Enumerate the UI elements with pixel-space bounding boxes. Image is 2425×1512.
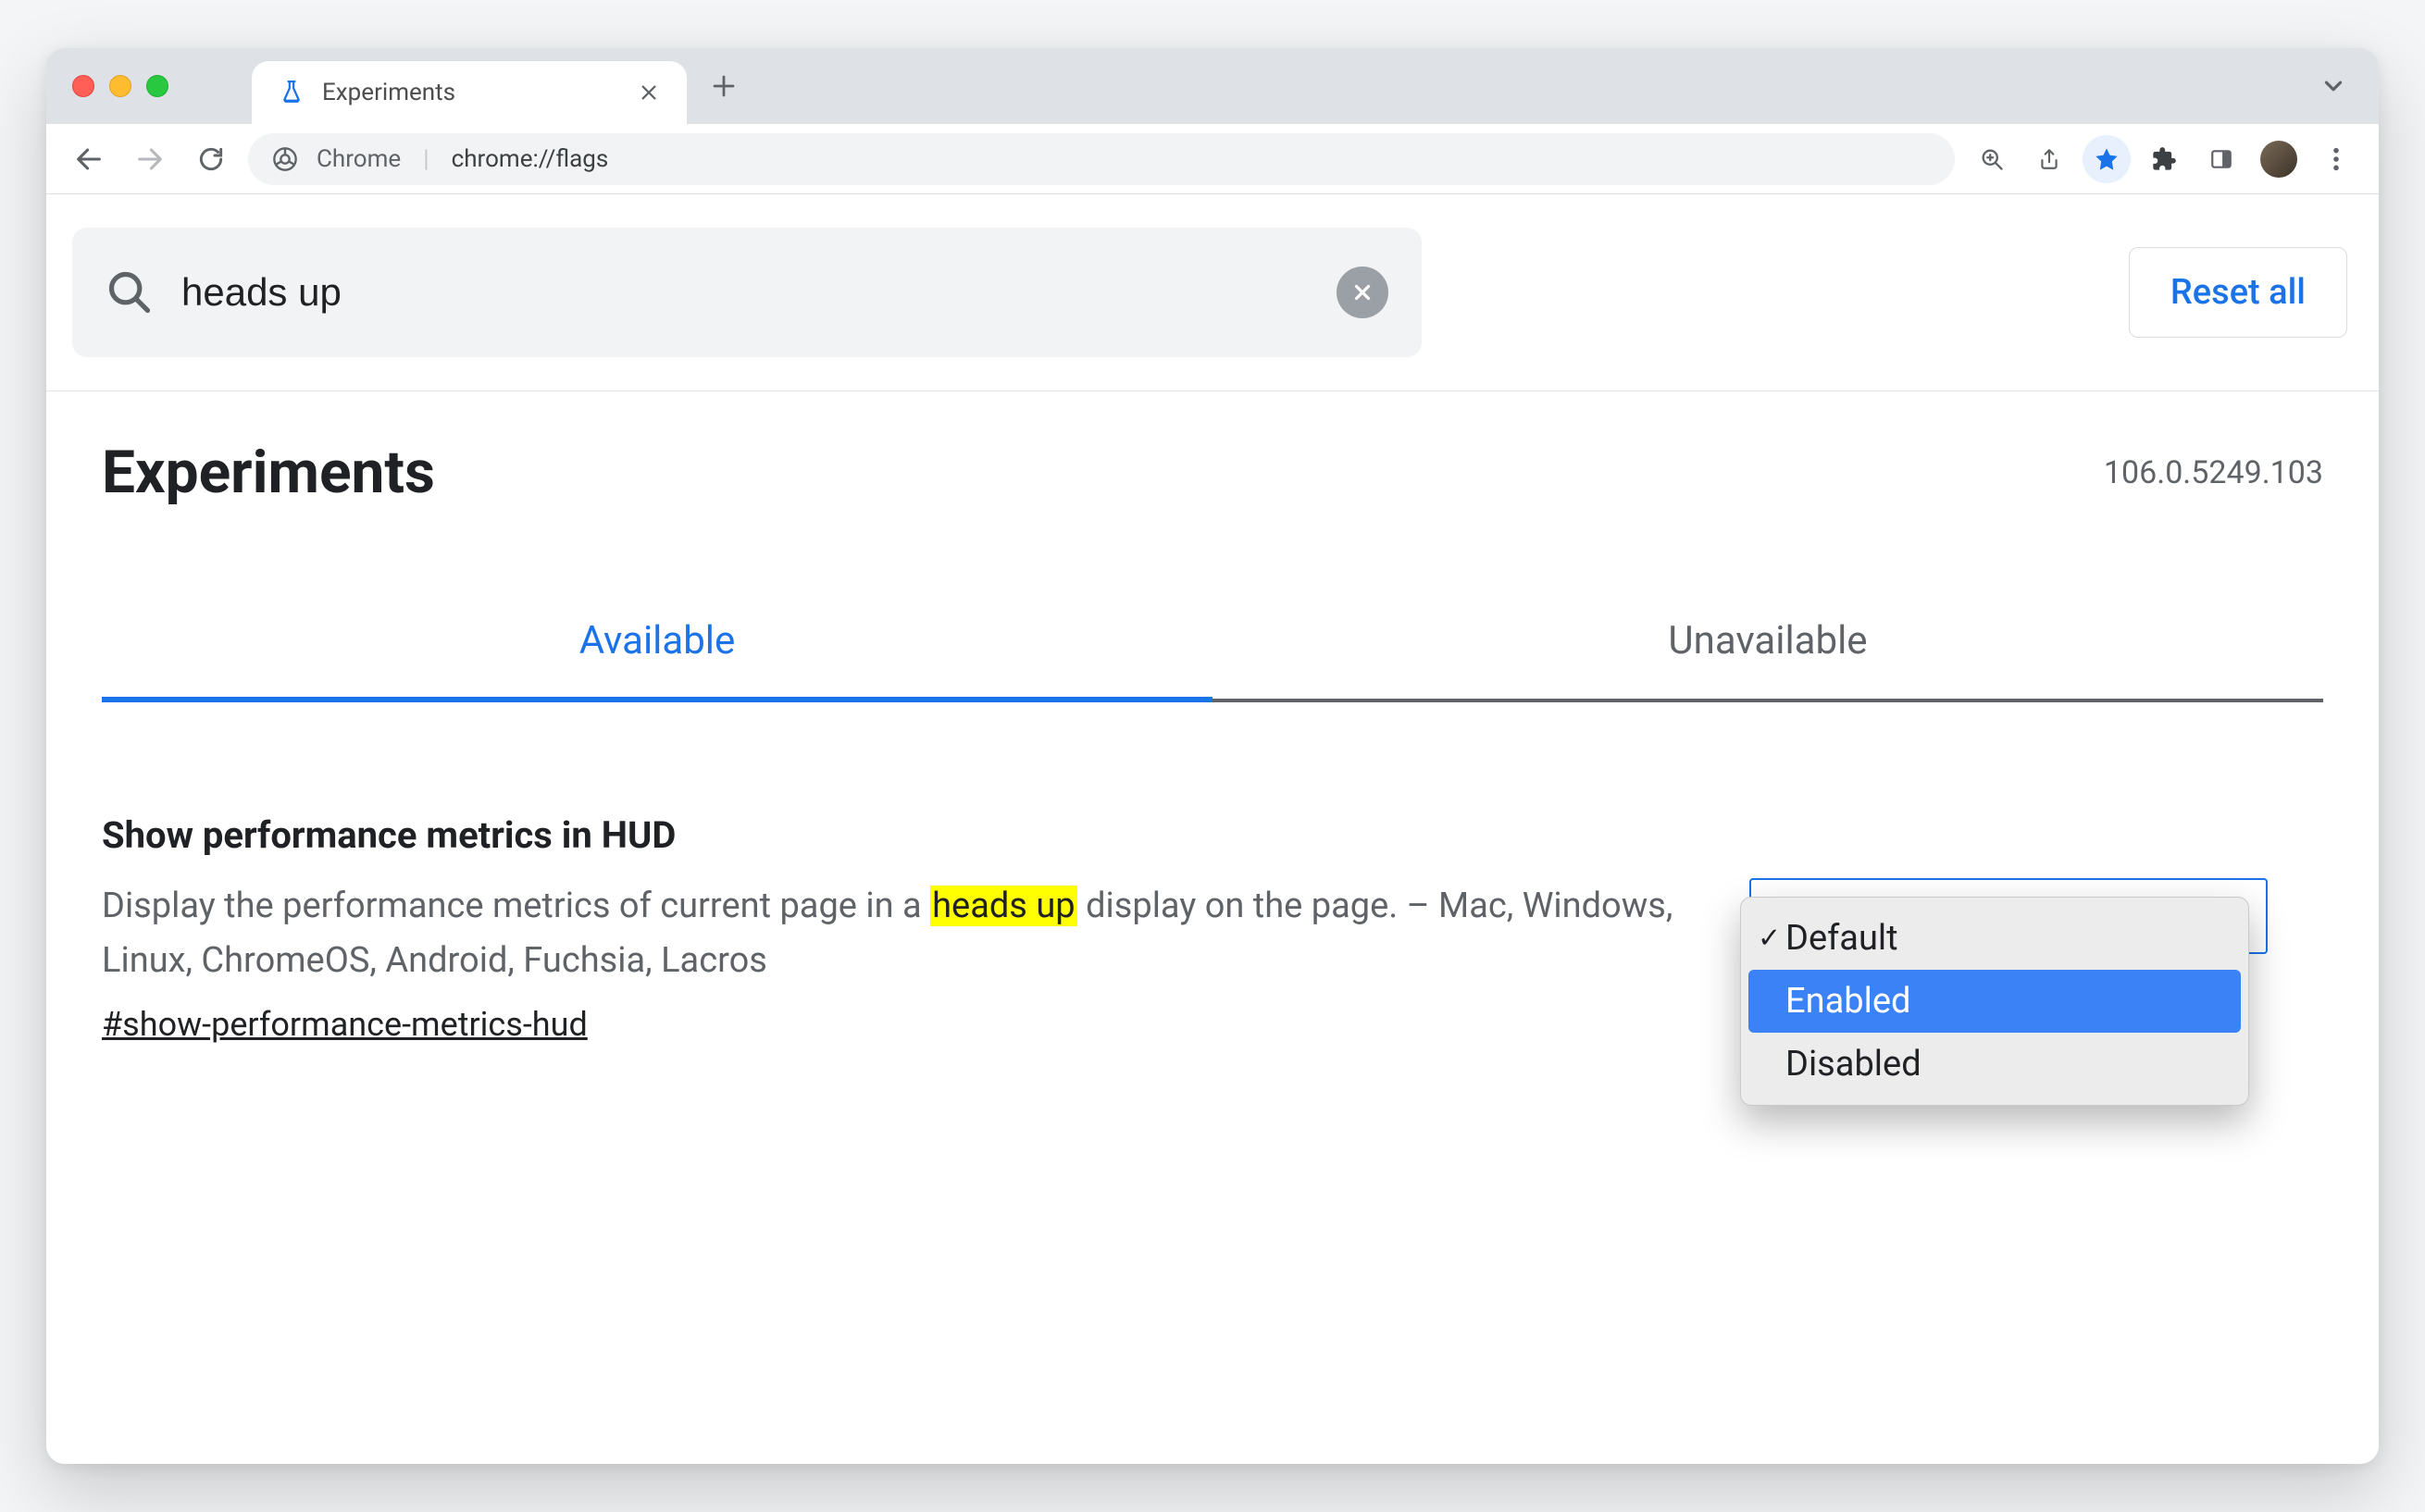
flag-state-select[interactable]: ✓ Default Enabled Disabled — [1749, 878, 2268, 954]
address-bar[interactable]: Chrome | chrome://flags — [248, 133, 1955, 185]
toolbar: Chrome | chrome://flags — [46, 124, 2379, 194]
nav-reload-button[interactable] — [187, 135, 235, 183]
window-maximize-button[interactable] — [146, 75, 168, 97]
browser-tab[interactable]: Experiments — [252, 61, 687, 124]
search-row: Reset all — [46, 194, 2379, 391]
page-title: Experiments — [102, 438, 435, 507]
flag-entry: Show performance metrics in HUD Display … — [102, 813, 2323, 1044]
chrome-icon — [272, 146, 298, 172]
search-highlight: heads up — [930, 886, 1077, 926]
window-minimize-button[interactable] — [109, 75, 131, 97]
window-controls — [72, 75, 168, 97]
tab-list-dropdown-icon[interactable] — [2319, 72, 2347, 100]
tab-unavailable[interactable]: Unavailable — [1212, 618, 2323, 702]
flag-title: Show performance metrics in HUD — [102, 813, 1675, 857]
page-content: Reset all Experiments 106.0.5249.103 Ava… — [46, 194, 2379, 1464]
tab-strip: Experiments — [46, 48, 2379, 124]
checkmark-icon: ✓ — [1758, 923, 1781, 955]
flag-search-box[interactable] — [72, 228, 1422, 357]
browser-window: Experiments Chrome | c — [46, 48, 2379, 1464]
search-icon — [106, 268, 154, 316]
toolbar-actions — [1968, 135, 2360, 183]
extensions-icon[interactable] — [2140, 135, 2188, 183]
flag-description: Display the performance metrics of curre… — [102, 879, 1675, 988]
omnibox-url: chrome://flags — [452, 145, 609, 173]
option-default[interactable]: ✓ Default — [1748, 907, 2241, 970]
share-icon[interactable] — [2025, 135, 2073, 183]
nav-back-button[interactable] — [65, 135, 113, 183]
flask-icon — [278, 79, 305, 106]
nav-forward-button[interactable] — [126, 135, 174, 183]
tab-available[interactable]: Available — [102, 618, 1212, 702]
zoom-icon[interactable] — [1968, 135, 2016, 183]
flag-anchor-link[interactable]: #show-performance-metrics-hud — [102, 1005, 588, 1044]
close-tab-icon[interactable] — [639, 82, 666, 103]
bookmark-star-icon[interactable] — [2083, 135, 2131, 183]
profile-avatar[interactable] — [2255, 135, 2303, 183]
omnibox-scheme: Chrome — [317, 145, 401, 173]
experiment-tabs: Available Unavailable — [102, 618, 2323, 702]
option-enabled[interactable]: Enabled — [1748, 970, 2241, 1033]
side-panel-icon[interactable] — [2197, 135, 2245, 183]
reset-all-button[interactable]: Reset all — [2129, 247, 2347, 338]
chrome-version: 106.0.5249.103 — [2104, 454, 2323, 491]
new-tab-button[interactable] — [696, 58, 752, 114]
omnibox-separator: | — [423, 145, 429, 173]
chrome-menu-icon[interactable] — [2312, 135, 2360, 183]
tab-title: Experiments — [322, 79, 622, 106]
flag-state-dropdown: ✓ Default Enabled Disabled — [1740, 897, 2249, 1106]
clear-search-icon[interactable] — [1337, 266, 1388, 318]
option-disabled[interactable]: Disabled — [1748, 1033, 2241, 1096]
flag-search-input[interactable] — [181, 270, 1309, 315]
window-close-button[interactable] — [72, 75, 94, 97]
